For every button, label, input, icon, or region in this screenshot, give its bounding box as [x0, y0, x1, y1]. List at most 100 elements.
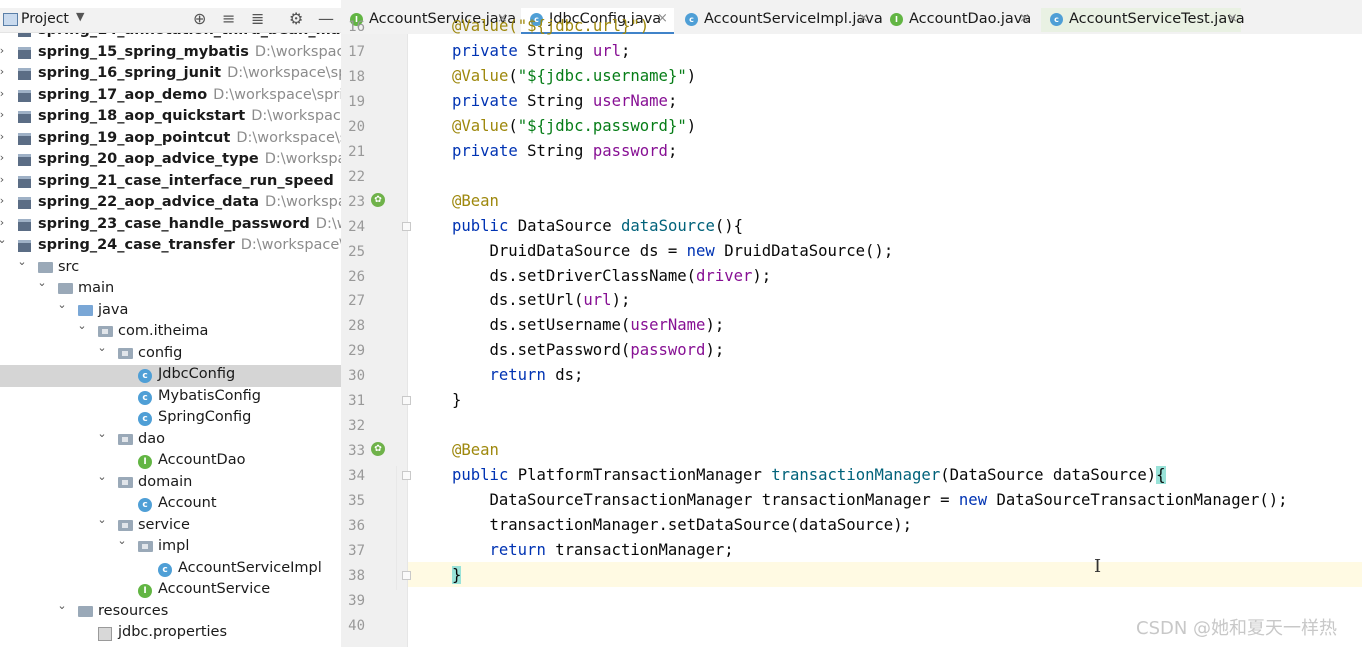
class-icon: c [138, 498, 152, 512]
tree-row[interactable]: ⌄ impl [0, 534, 341, 559]
collapse-all-icon[interactable]: ≣ [251, 10, 264, 28]
chevron-down-icon[interactable]: ⌄ [55, 599, 69, 612]
line-number: 36 [348, 518, 365, 534]
tree-row[interactable]: ⌄ domain [0, 470, 341, 495]
tree-row[interactable]: › spring_22_aop_advice_dataD:\workspace\s… [0, 193, 341, 215]
tree-row[interactable]: ⌄ main [0, 276, 341, 301]
tab-label: AccountDao.java [909, 11, 1032, 27]
chevron-right-icon[interactable]: › [0, 108, 9, 121]
chevron-down-icon[interactable]: ⌄ [95, 427, 109, 440]
tree-item-path: D:\workspace\sp [265, 194, 341, 210]
fold-marker-icon[interactable] [402, 221, 411, 231]
code-token: url [592, 41, 621, 60]
line-number: 27 [348, 293, 365, 310]
close-icon[interactable]: × [858, 11, 869, 26]
tree-row[interactable]: ⌄ resources [0, 599, 341, 624]
code-token: (DataSource dataSource) [940, 466, 1157, 485]
tree-row[interactable]: ⌄ service [0, 513, 341, 538]
code-token: "${jdbc.password}" [517, 116, 687, 135]
expand-all-icon[interactable]: ≡ [222, 10, 235, 28]
tree-row[interactable]: ⌄ src [0, 255, 341, 280]
tree-row[interactable]: c JdbcConfig [0, 365, 341, 387]
code-token: ds.setUrl( [489, 291, 584, 310]
chevron-down-icon[interactable]: ⌄ [95, 513, 109, 526]
close-icon[interactable]: × [1019, 11, 1030, 26]
chevron-right-icon[interactable]: › [0, 216, 9, 229]
module-icon [18, 132, 31, 145]
line-number: 39 [348, 592, 365, 609]
chevron-right-icon[interactable]: › [0, 130, 9, 143]
chevron-down-icon[interactable]: ⌄ [95, 341, 109, 354]
tree-row[interactable]: I AccountService [0, 580, 341, 602]
tree-row[interactable]: jdbc.properties [0, 623, 341, 645]
code-line: ds.setUrl(url); [490, 291, 631, 309]
code-token: DataSource [508, 216, 622, 235]
tab-accountserviceimpl[interactable]: c AccountServiceImpl.java × [676, 8, 883, 32]
tree-row[interactable]: › spring_18_aop_quickstartD:\workspace\sp… [0, 107, 341, 129]
close-icon[interactable]: × [657, 11, 668, 26]
chevron-right-icon[interactable]: › [0, 194, 9, 207]
chevron-down-icon[interactable]: ⌄ [75, 319, 89, 332]
fold-marker-icon[interactable] [402, 396, 411, 406]
tree-row[interactable]: c MybatisConfig [0, 387, 341, 409]
tree-row[interactable]: › spring_16_spring_junitD:\workspace\spri… [0, 64, 341, 86]
module-icon [18, 240, 31, 252]
minimize-icon[interactable]: — [318, 10, 334, 28]
tree-row[interactable]: › spring_19_aop_pointcutD:\workspace\spri… [0, 129, 341, 151]
line-number: 24 [348, 218, 365, 235]
fold-marker-icon[interactable] [402, 471, 411, 481]
code-token: @Value [452, 66, 509, 85]
fold-marker-icon[interactable] [402, 570, 411, 580]
chevron-right-icon[interactable]: › [0, 87, 9, 100]
code-line: DataSourceTransactionManager transaction… [490, 491, 1288, 509]
chevron-down-icon[interactable]: ⌄ [0, 233, 9, 246]
spring-bean-icon[interactable]: ✿ [371, 192, 385, 207]
tree-row[interactable]: c SpringConfig [0, 408, 341, 430]
gear-icon[interactable]: ⚙ [289, 10, 303, 28]
code-token: @Value [452, 116, 509, 135]
chevron-down-icon[interactable]: ⌄ [15, 255, 29, 268]
line-number: 30 [348, 368, 365, 385]
tree-row[interactable]: › spring_17_aop_demoD:\workspace\spring\s [0, 86, 341, 108]
tree-row[interactable]: ⌄ spring_24_case_transferD:\workspace\spr… [0, 233, 341, 258]
code-token: public [452, 216, 509, 235]
chevron-down-icon[interactable]: ⌄ [35, 276, 49, 289]
tree-row[interactable]: ⌄ com.itheima [0, 319, 341, 344]
code-line: @Bean [452, 441, 499, 459]
code-token: return [489, 366, 546, 385]
tree-row[interactable]: › spring_23_case_handle_passwordD:\worksp [0, 215, 341, 237]
tree-row[interactable]: c AccountServiceImpl [0, 559, 341, 581]
code-line: public DataSource dataSource(){ [452, 217, 743, 235]
close-icon[interactable]: × [1227, 11, 1238, 26]
tree-item-label: spring_18_aop_quickstartD:\workspace\spr… [38, 108, 341, 124]
line-number: 37 [348, 542, 365, 559]
tree-item-label: Account [158, 495, 217, 511]
chevron-down-icon[interactable]: ⌄ [115, 534, 129, 547]
tree-item-label: java [98, 301, 129, 318]
code-token: ; [667, 141, 678, 160]
tree-row[interactable]: › spring_21_case_interface_run_speedD:\wo… [0, 172, 341, 194]
chevron-right-icon[interactable]: › [0, 44, 9, 57]
tree-row[interactable]: I AccountDao [0, 451, 341, 473]
current-line-highlight [408, 561, 1362, 587]
chevron-down-icon[interactable]: ▼ [76, 10, 84, 23]
line-number: 38 [348, 567, 365, 584]
chevron-down-icon[interactable]: ⌄ [55, 298, 69, 311]
chevron-right-icon[interactable]: › [0, 151, 9, 164]
tab-accountservicetest[interactable]: c AccountServiceTest.java × [1041, 8, 1245, 32]
code-token: ds; [545, 366, 584, 385]
tree-row[interactable]: › spring_15_spring_mybatisD:\workspace\sp… [0, 43, 341, 65]
project-panel-title[interactable]: Project [21, 11, 69, 27]
tree-row[interactable]: ⌄ config [0, 341, 341, 366]
tab-accountdao[interactable]: I AccountDao.java × [881, 8, 1039, 32]
code-line: private String password; [452, 142, 677, 160]
tree-row[interactable]: ⌄ java [0, 298, 341, 323]
tree-item-label: spring_19_aop_pointcutD:\workspace\sprin… [38, 130, 341, 146]
chevron-down-icon[interactable]: ⌄ [95, 470, 109, 483]
tree-row[interactable]: c Account [0, 494, 341, 516]
chevron-right-icon[interactable]: › [0, 173, 9, 186]
tree-row[interactable]: ⌄ dao [0, 427, 341, 452]
tree-row[interactable]: › spring_20_aop_advice_typeD:\workspace\s… [0, 150, 341, 172]
target-icon[interactable]: ⊕ [193, 10, 206, 28]
chevron-right-icon[interactable]: › [0, 65, 9, 78]
